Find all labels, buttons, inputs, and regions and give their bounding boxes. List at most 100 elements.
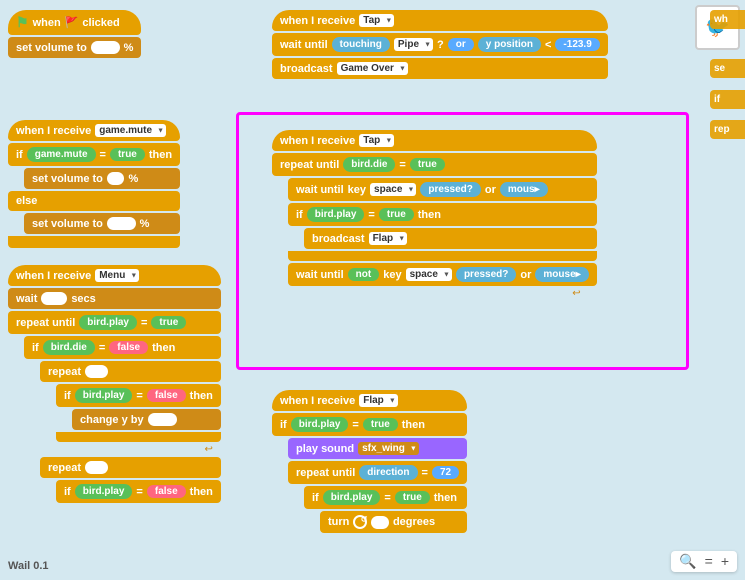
wait-until-touching[interactable]: wait until touching Pipe ? or y position… bbox=[272, 33, 608, 56]
true-r: true bbox=[151, 316, 186, 329]
right-partial-block2: se bbox=[710, 59, 745, 78]
false-val: false bbox=[109, 341, 148, 354]
repeat-body: if bird.die = false then repeat 10 if bi… bbox=[8, 336, 221, 503]
dir-72: 72 bbox=[432, 466, 459, 479]
true-dir: true bbox=[395, 491, 430, 504]
play-sound[interactable]: play sound sfx_wing bbox=[288, 438, 467, 459]
broadcast-gameover[interactable]: broadcast Game Over bbox=[272, 58, 608, 79]
repeat-10b[interactable]: repeat 10 bbox=[40, 457, 221, 478]
else-body: set volume to 100 % bbox=[8, 213, 180, 234]
right-wh: wh bbox=[714, 14, 741, 25]
receive-tap-hat2[interactable]: when I receive Tap bbox=[272, 130, 597, 151]
false-v3: false bbox=[147, 485, 186, 498]
change-y[interactable]: change y by -0.5 bbox=[72, 409, 221, 430]
not-val: not bbox=[348, 268, 380, 281]
if-flap-play[interactable]: if bird.play = true then bbox=[272, 413, 467, 436]
broadcast-flap[interactable]: broadcast Flap bbox=[304, 228, 597, 249]
pressed-val1: pressed? bbox=[420, 182, 480, 197]
bird-play-flap: bird.play bbox=[291, 417, 349, 432]
true-flap: true bbox=[363, 418, 398, 431]
true-v3: true bbox=[379, 208, 414, 221]
receive-tap-hat1[interactable]: when I receive Tap bbox=[272, 10, 608, 31]
set-vol-100b[interactable]: set volume to 100 % bbox=[24, 213, 180, 234]
zoom-reset-button[interactable]: = bbox=[703, 553, 715, 570]
clicked-label: clicked bbox=[82, 17, 119, 29]
when-clicked-hat[interactable]: ⚑ when 🚩 clicked bbox=[8, 10, 141, 35]
menu-script: when I receive Menu wait 0.1 secs repeat… bbox=[8, 265, 221, 503]
ten-a: 10 bbox=[85, 365, 108, 378]
right-rep: rep bbox=[714, 124, 741, 135]
if-bird-play-false[interactable]: if bird.play = false then bbox=[56, 384, 221, 407]
if-bird-play-false2[interactable]: if bird.play = false then bbox=[56, 480, 221, 503]
if-game-mute[interactable]: if game.mute = true then bbox=[8, 143, 180, 166]
pct-label: % bbox=[124, 42, 134, 54]
flag-symbol: 🚩 bbox=[65, 16, 79, 29]
tap-dropdown2[interactable]: Tap bbox=[359, 134, 394, 147]
repeat-die-body: wait until key space pressed? or mous▸ i… bbox=[272, 178, 597, 286]
mouse-val1: mous▸ bbox=[500, 182, 548, 197]
gameover-dropdown[interactable]: Game Over bbox=[337, 62, 408, 75]
menu-dropdown[interactable]: Menu bbox=[95, 269, 139, 282]
zero-val: 0 bbox=[107, 172, 125, 185]
if-body-mute: set volume to 0 % bbox=[8, 168, 180, 189]
space-dropdown2[interactable]: space bbox=[406, 268, 452, 281]
repeat-10a[interactable]: repeat 10 bbox=[40, 361, 221, 382]
wail-label: Wail 0.1 bbox=[8, 560, 49, 572]
bird-play-t: bird.play bbox=[307, 207, 365, 222]
if-dir-play[interactable]: if bird.play = true then bbox=[304, 486, 467, 509]
if-bird-play-true[interactable]: if bird.play = true then bbox=[288, 203, 597, 226]
false-v2: false bbox=[147, 389, 186, 402]
bird-play-f2: bird.play bbox=[75, 484, 133, 499]
if-close2 bbox=[288, 251, 597, 261]
repeat-direction[interactable]: repeat until direction = 72 bbox=[288, 461, 467, 484]
if-bird-die[interactable]: if bird.die = false then bbox=[24, 336, 221, 359]
zoom-controls: 🔍 = + bbox=[671, 551, 737, 572]
set-volume-100[interactable]: set volume to 100 % bbox=[8, 37, 141, 58]
vol-value: 100 bbox=[91, 41, 120, 54]
game-mute-script: when I receive game.mute if game.mute = … bbox=[8, 120, 180, 248]
wait-key-space[interactable]: wait until key space pressed? or mous▸ bbox=[288, 178, 597, 201]
pipe-dropdown[interactable]: Pipe bbox=[394, 38, 433, 51]
deg-val: 9 bbox=[371, 516, 389, 529]
wait-not-key[interactable]: wait until not key space pressed? or mou… bbox=[288, 263, 597, 286]
tap-script1: when I receive Tap wait until touching P… bbox=[272, 10, 608, 79]
ten-b: 10 bbox=[85, 461, 108, 474]
zoom-out-button[interactable]: 🔍 bbox=[677, 553, 698, 570]
mouse-val2: mouse▸ bbox=[535, 267, 588, 282]
bird-die-var: bird.die bbox=[43, 340, 95, 355]
if-die-body: repeat 10 if bird.play = false then chan… bbox=[24, 361, 221, 503]
direction-val: direction bbox=[359, 465, 417, 480]
else-block[interactable]: else bbox=[8, 191, 180, 211]
right-partial-block1: wh bbox=[710, 10, 745, 29]
repeat-until-die[interactable]: repeat until bird.die = true bbox=[272, 153, 597, 176]
if-close1 bbox=[56, 432, 221, 442]
repeat-until-birdplay[interactable]: repeat until bird.play = true bbox=[8, 311, 221, 334]
receive-menu-hat[interactable]: when I receive Menu bbox=[8, 265, 221, 286]
when-label: when bbox=[33, 17, 61, 29]
game-mute-dropdown[interactable]: game.mute bbox=[95, 124, 166, 137]
game-mute-var: game.mute bbox=[27, 147, 96, 162]
arrow-indicator: ↩ bbox=[40, 444, 221, 455]
when-clicked-script: ⚑ when 🚩 clicked set volume to 100 % bbox=[8, 10, 141, 58]
flap-dropdown2[interactable]: Flap bbox=[359, 394, 398, 407]
tap-script2: when I receive Tap repeat until bird.die… bbox=[272, 130, 597, 299]
pressed-val2: pressed? bbox=[456, 267, 516, 282]
true-val1: true bbox=[110, 148, 145, 161]
sfx-dropdown[interactable]: sfx_wing bbox=[358, 442, 419, 455]
or-val: or bbox=[448, 38, 474, 51]
y-val: -123.9 bbox=[555, 38, 599, 51]
tap-dropdown1[interactable]: Tap bbox=[359, 14, 394, 27]
right-if: if bbox=[714, 94, 741, 105]
space-dropdown1[interactable]: space bbox=[370, 183, 416, 196]
hundred-val: 100 bbox=[107, 217, 136, 230]
set-vol-0[interactable]: set volume to 0 % bbox=[24, 168, 180, 189]
turn-degrees[interactable]: turn ↺ 9 degrees bbox=[320, 511, 467, 533]
zoom-in-button[interactable]: + bbox=[719, 553, 731, 570]
flap-dropdown[interactable]: Flap bbox=[369, 232, 408, 245]
touching-block: touching bbox=[332, 37, 390, 52]
flap-script: when I receive Flap if bird.play = true … bbox=[272, 390, 467, 533]
receive-game-mute-hat[interactable]: when I receive game.mute bbox=[8, 120, 180, 141]
turn-icon: ↺ bbox=[353, 515, 367, 529]
wait-01[interactable]: wait 0.1 secs bbox=[8, 288, 221, 309]
receive-flap-hat[interactable]: when I receive Flap bbox=[272, 390, 467, 411]
